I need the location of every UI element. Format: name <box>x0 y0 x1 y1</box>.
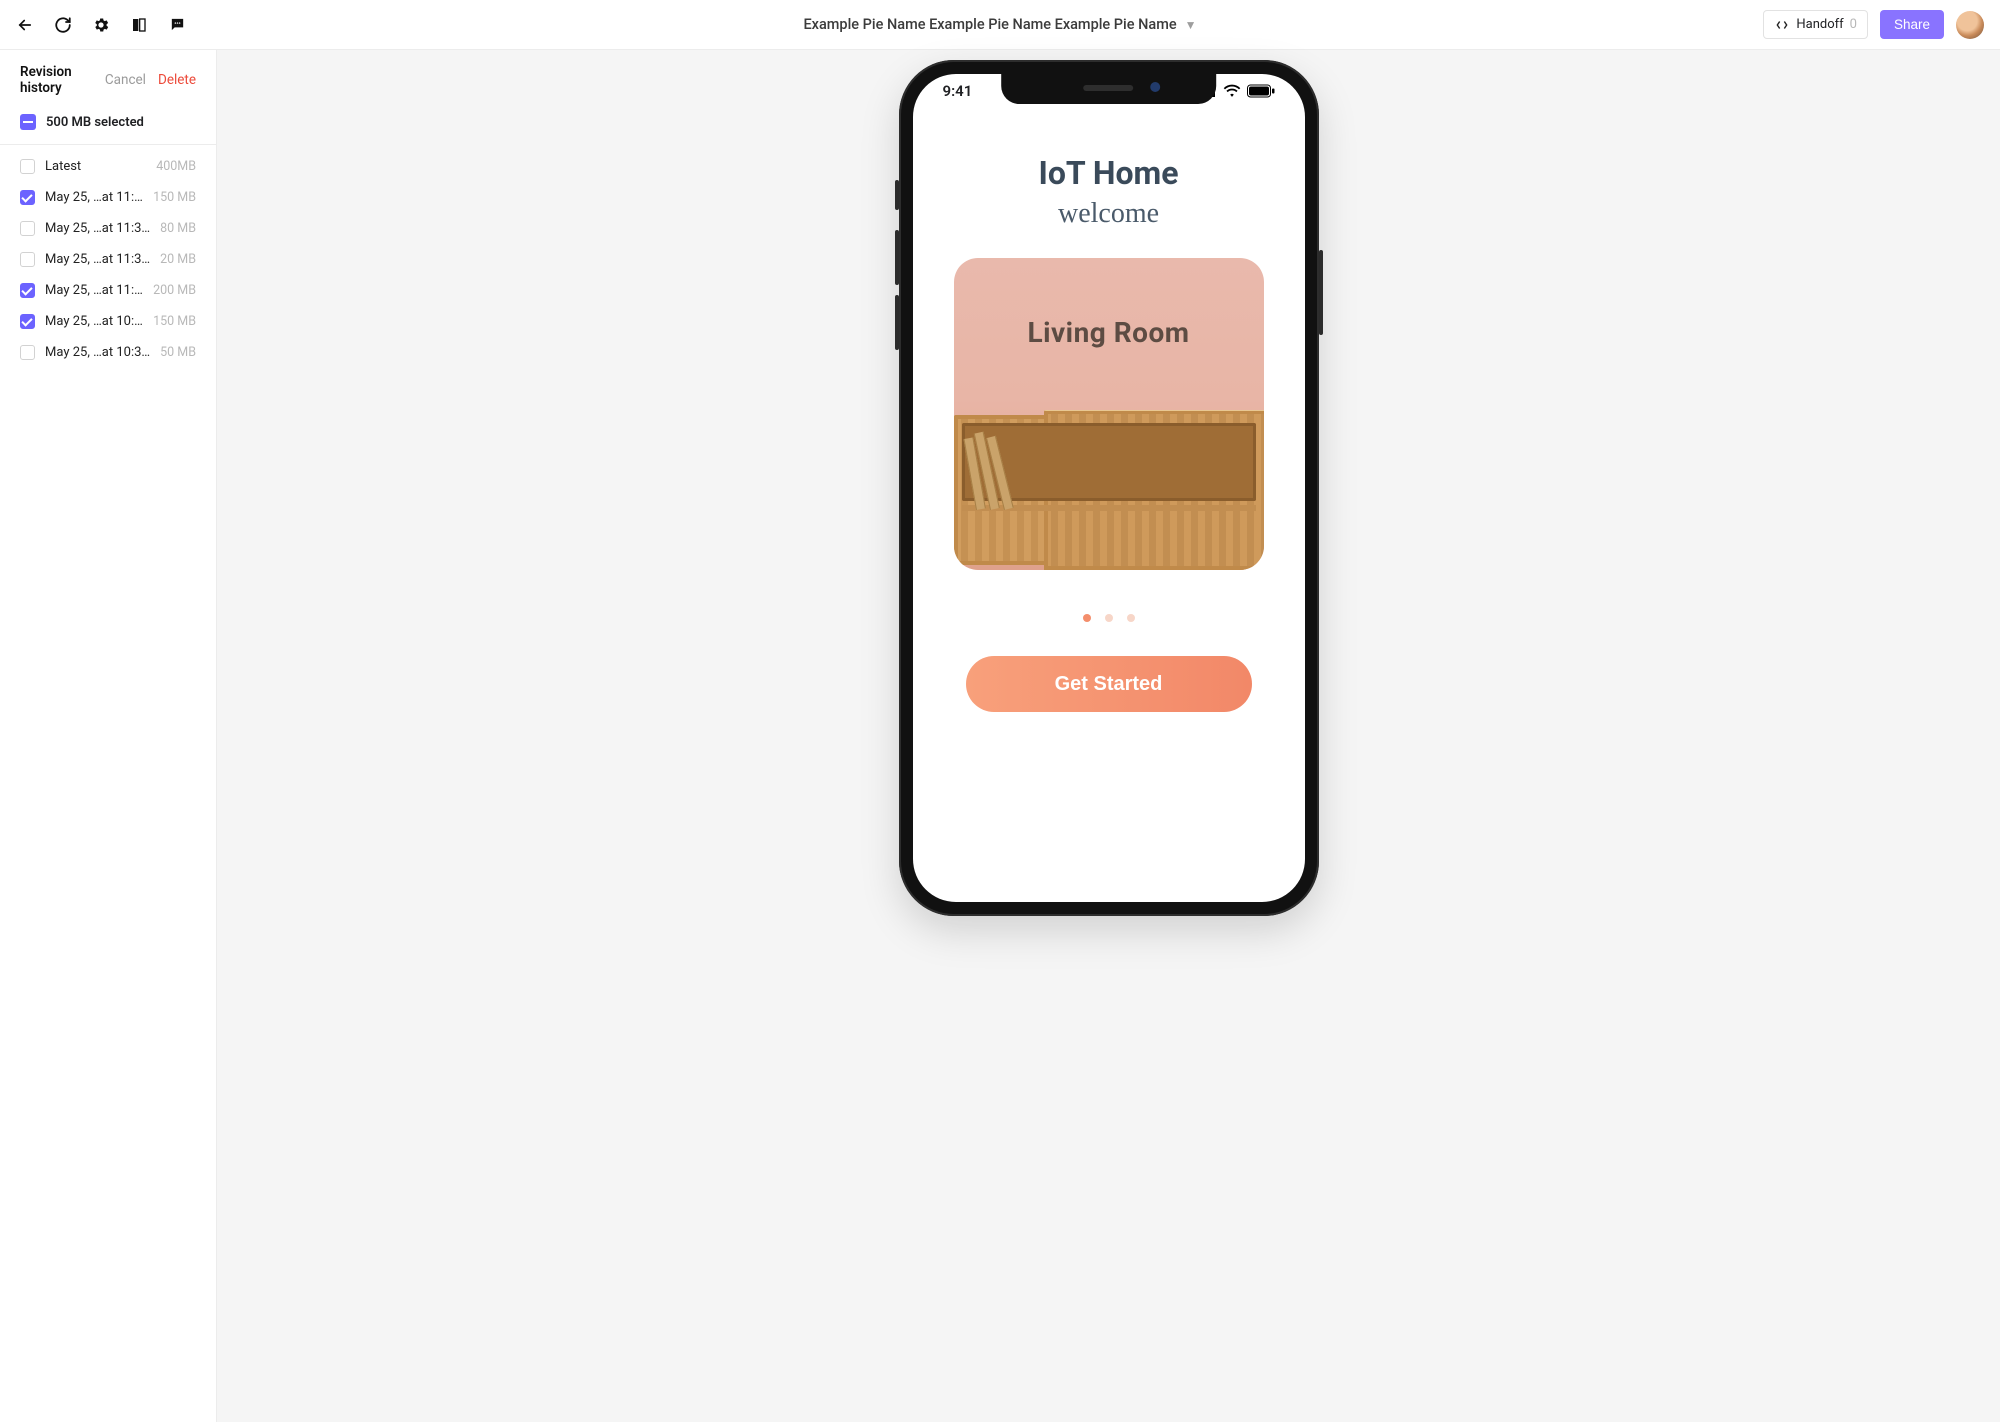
handoff-button[interactable]: Handoff 0 <box>1763 10 1868 39</box>
room-card-title: Living Room <box>954 316 1264 349</box>
revision-item[interactable]: May 25, …at 11:34AM 80 MB <box>12 213 204 244</box>
indeterminate-checkbox-icon[interactable] <box>20 114 36 130</box>
handoff-count: 0 <box>1850 17 1857 32</box>
wifi-icon <box>1223 84 1241 98</box>
phone-notch <box>1001 74 1217 104</box>
revision-item[interactable]: May 25, …at 11:33AM 20 MB <box>12 244 204 275</box>
phone-volume-up <box>895 230 899 285</box>
revision-label: Latest <box>45 159 146 174</box>
revision-item[interactable]: May 25, …at 11:35AM 150 MB <box>12 182 204 213</box>
sidebar-selection-status: 500 MB selected <box>0 106 216 145</box>
page-dot[interactable] <box>1127 614 1135 622</box>
share-button[interactable]: Share <box>1880 10 1944 39</box>
revision-sidebar: Revision history Cancel Delete 500 MB se… <box>0 50 217 1422</box>
revision-size: 150 MB <box>153 190 196 205</box>
revision-item[interactable]: Latest 400MB <box>12 151 204 182</box>
revision-size: 150 MB <box>153 314 196 329</box>
delete-button[interactable]: Delete <box>158 72 196 88</box>
document-title[interactable]: Example Pie Name Example Pie Name Exampl… <box>803 16 1196 33</box>
get-started-button[interactable]: Get Started <box>966 656 1252 712</box>
revision-item[interactable]: May 25, …at 10:34AM 50 MB <box>12 337 204 368</box>
page-dot[interactable] <box>1105 614 1113 622</box>
room-card[interactable]: Living Room <box>954 258 1264 570</box>
app-title: IoT Home <box>1038 154 1178 192</box>
sidebar-header: Revision history Cancel Delete <box>0 50 216 106</box>
checkbox-icon[interactable] <box>20 159 35 174</box>
phone-volume-down <box>895 295 899 350</box>
revision-item[interactable]: May 25, …at 11:32AM 200 MB <box>12 275 204 306</box>
revision-size: 400MB <box>156 159 196 174</box>
battery-icon <box>1247 84 1275 98</box>
sidebar-title: Revision history <box>20 64 93 96</box>
gear-icon[interactable] <box>92 16 110 34</box>
checkbox-icon[interactable] <box>20 345 35 360</box>
toolbar-left-group <box>16 16 186 34</box>
revision-label: May 25, …at 10:36AM <box>45 314 143 329</box>
canvas[interactable]: 9:41 IoT Home welcome Living Room <box>217 50 2000 1422</box>
top-toolbar: Example Pie Name Example Pie Name Exampl… <box>0 0 2000 50</box>
page-indicator <box>1083 614 1135 622</box>
revision-label: May 25, …at 11:34AM <box>45 221 150 236</box>
chevron-down-icon: ▼ <box>1185 18 1197 32</box>
revision-label: May 25, …at 10:34AM <box>45 345 150 360</box>
revision-size: 200 MB <box>153 283 196 298</box>
avatar[interactable] <box>1956 11 1984 39</box>
checkbox-icon[interactable] <box>20 221 35 236</box>
room-illustration <box>954 415 1264 570</box>
phone-power-button <box>1319 250 1323 335</box>
toolbar-right-group: Handoff 0 Share <box>1763 10 1984 39</box>
panel-icon[interactable] <box>130 16 148 34</box>
revision-list: Latest400MBMay 25, …at 11:35AM150 MBMay … <box>0 145 216 374</box>
handoff-button-label: Handoff <box>1796 17 1843 32</box>
revision-size: 20 MB <box>160 252 196 267</box>
app-subtitle: welcome <box>1058 198 1159 230</box>
phone-mute-switch <box>895 180 899 210</box>
status-time: 9:41 <box>943 82 973 100</box>
cancel-button[interactable]: Cancel <box>105 72 146 88</box>
checkbox-icon[interactable] <box>20 283 35 298</box>
revision-item[interactable]: May 25, …at 10:36AM 150 MB <box>12 306 204 337</box>
document-title-text: Example Pie Name Example Pie Name Exampl… <box>803 16 1176 33</box>
phone-screen: 9:41 IoT Home welcome Living Room <box>913 74 1305 902</box>
revision-label: May 25, …at 11:32AM <box>45 283 143 298</box>
revision-label: May 25, …at 11:33AM <box>45 252 150 267</box>
checkbox-icon[interactable] <box>20 252 35 267</box>
app-content: IoT Home welcome Living Room <box>913 74 1305 712</box>
revision-size: 80 MB <box>160 221 196 236</box>
checkbox-icon[interactable] <box>20 190 35 205</box>
checkbox-icon[interactable] <box>20 314 35 329</box>
phone-frame: 9:41 IoT Home welcome Living Room <box>899 60 1319 916</box>
refresh-icon[interactable] <box>54 16 72 34</box>
revision-label: May 25, …at 11:35AM <box>45 190 143 205</box>
revision-size: 50 MB <box>160 345 196 360</box>
page-dot[interactable] <box>1083 614 1091 622</box>
back-icon[interactable] <box>16 16 34 34</box>
selection-status-text: 500 MB selected <box>46 115 144 130</box>
comment-icon[interactable] <box>168 16 186 34</box>
